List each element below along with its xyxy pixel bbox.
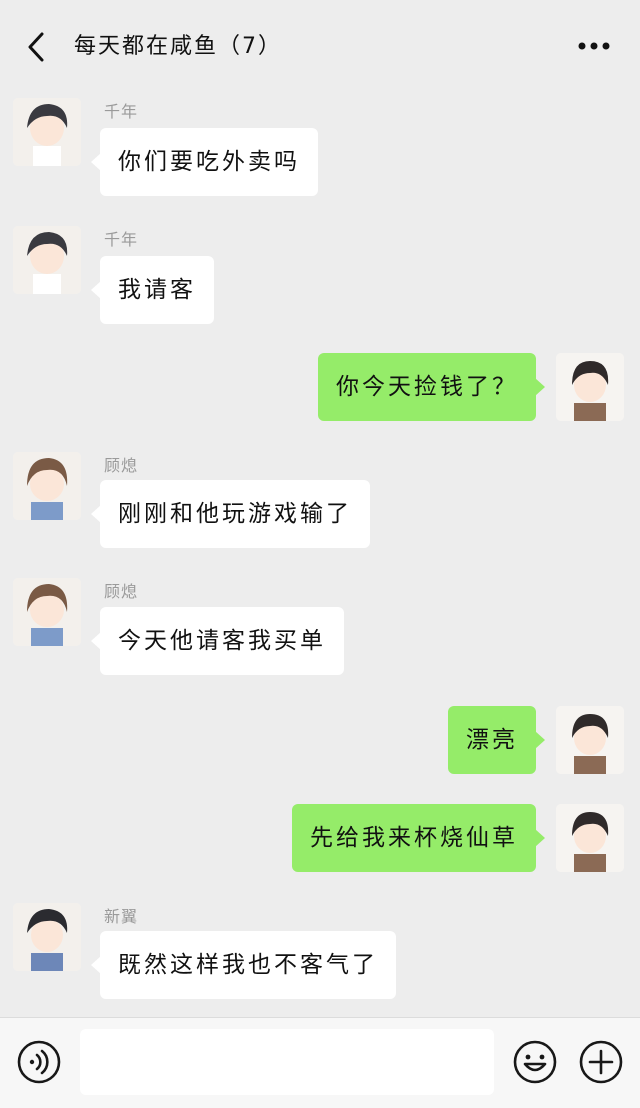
sender-name: 顾熄 [104,582,139,601]
message-bubble[interactable]: 今天他请客我买单 [91,607,344,675]
avatar[interactable] [13,226,81,294]
avatar-self[interactable] [556,804,624,872]
message-bubble[interactable]: 你们要吃外卖吗 [91,128,318,196]
message-input[interactable] [80,1029,494,1095]
message-bubble-outgoing[interactable]: 漂亮 [448,706,545,774]
input-bar [0,1017,640,1108]
sender-name: 千年 [104,102,139,121]
avatar-self[interactable] [556,706,624,774]
chat-header: 每天都在咸鱼（7） [0,0,640,92]
avatar[interactable] [13,903,81,971]
sender-name: 顾熄 [104,456,139,475]
avatar[interactable] [13,98,81,166]
plus-icon[interactable] [579,1040,623,1084]
back-arrow-icon[interactable] [22,30,52,64]
avatar[interactable] [13,452,81,520]
message-bubble-outgoing[interactable]: 你今天捡钱了？ [318,353,545,421]
message-bubble-outgoing[interactable]: 先给我来杯烧仙草 [292,804,545,872]
chat-title: 每天都在咸鱼（7） [74,34,282,59]
message-bubble[interactable]: 刚刚和他玩游戏输了 [91,480,370,548]
message-bubble[interactable]: 我请客 [91,256,214,324]
emoji-icon[interactable] [513,1040,557,1084]
voice-icon[interactable] [17,1040,61,1084]
sender-name: 千年 [104,230,139,249]
sender-name: 新翼 [104,907,139,926]
message-bubble[interactable]: 既然这样我也不客气了 [91,931,396,999]
more-dots-icon[interactable] [576,36,612,56]
avatar[interactable] [13,578,81,646]
avatar-self[interactable] [556,353,624,421]
